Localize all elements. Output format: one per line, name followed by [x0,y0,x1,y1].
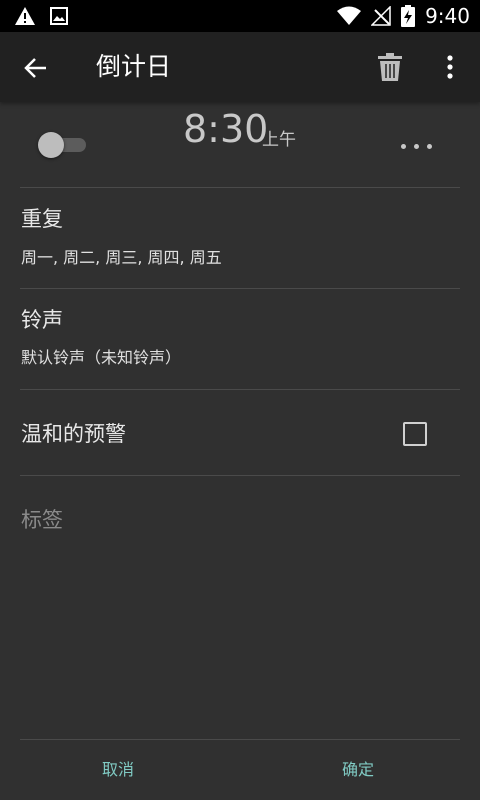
confirm-button[interactable]: 确定 [342,758,374,782]
back-button[interactable] [22,54,50,82]
trash-icon [378,53,402,81]
toggle-thumb [38,132,64,158]
alarm-enable-toggle[interactable] [38,132,88,158]
status-time: 9:40 [425,4,470,28]
repeat-title[interactable]: 重复 [21,205,63,233]
status-bar: 9:40 [0,0,480,32]
arrow-back-icon [24,58,46,78]
cancel-button[interactable]: 取消 [102,758,134,782]
wifi-icon [337,6,362,25]
alarm-options-button[interactable] [396,136,436,156]
gentle-alarm-checkbox[interactable] [403,422,427,446]
gentle-alarm-label: 温和的预警 [21,422,126,446]
divider [20,288,460,289]
ringtone-title[interactable]: 铃声 [21,306,63,334]
alarm-time[interactable]: 8:30 [183,106,268,152]
signal-icon [371,6,391,26]
image-icon [50,7,68,25]
divider [20,389,460,390]
app-bar: 倒计日 [0,32,480,102]
page-title: 倒计日 [96,52,172,81]
ringtone-value[interactable]: 默认铃声（未知铃声） [21,347,181,369]
more-horizontal-icon [400,143,406,149]
divider [20,475,460,476]
divider [20,187,460,188]
label-input[interactable]: 标签 [21,506,63,534]
more-vertical-icon [447,55,453,79]
alarm-ampm: 上午 [262,130,296,150]
delete-button[interactable] [376,52,404,82]
repeat-days[interactable]: 周一, 周二, 周三, 周四, 周五 [21,247,222,269]
warning-icon [15,7,35,25]
battery-charging-icon [401,5,416,27]
divider [20,739,460,740]
overflow-menu-button[interactable] [440,52,460,82]
